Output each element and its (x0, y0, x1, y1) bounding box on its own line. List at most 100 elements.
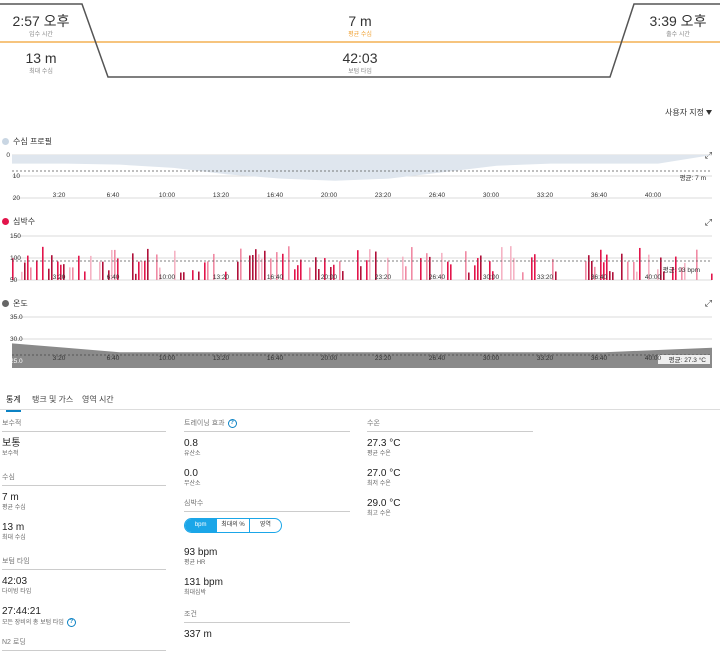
max-depth-label: 최대 수심 (29, 69, 53, 75)
tab-zone-time[interactable]: 영역 시간 (82, 394, 114, 410)
n2-loading-heading: N2 로딩 (2, 637, 166, 651)
exit-time-label: 출수 시간 (666, 32, 690, 38)
x-tick-label: 6:40 (107, 274, 120, 281)
temp-expand-icon[interactable]: ⤢ (705, 299, 712, 308)
heart-rate-bar (207, 261, 209, 280)
hr-unit-zone[interactable]: 영역 (250, 519, 281, 532)
x-tick-label: 33:20 (537, 274, 554, 281)
dive-time-value: 42:03 (2, 576, 28, 587)
depth-area-series (12, 155, 712, 181)
heart-rate-bar (180, 272, 182, 280)
max-depth: 13 m 최대 수심 (8, 50, 74, 76)
hr-unit-percent-max[interactable]: 최대의 % (217, 519, 250, 532)
heart-rate-bar (255, 249, 257, 280)
heart-rate-bar (510, 246, 512, 280)
distance-heading: 조건 (184, 609, 350, 623)
heart-rate-bar (402, 256, 404, 280)
heart-rate-bar (156, 254, 158, 280)
heart-rate-bar (183, 272, 185, 280)
heart-rate-bar (90, 255, 92, 280)
heart-rate-bar (132, 253, 134, 280)
heart-rate-bar (585, 261, 587, 280)
depth-ytick: 10 (13, 173, 21, 180)
x-tick-label: 30:00 (483, 192, 500, 199)
x-tick-label: 23:20 (375, 274, 392, 281)
x-tick-label: 16:40 (267, 192, 284, 199)
heart-expand-icon[interactable]: ⤢ (705, 218, 712, 227)
avg-water-temp-label: 평균 수온 (367, 451, 391, 457)
heart-rate-bar (99, 261, 101, 280)
conservatism-stat: 보통 보수적 (2, 438, 166, 458)
info-icon[interactable]: ? (227, 418, 237, 428)
tab-stats[interactable]: 통계 (6, 394, 21, 412)
x-tick-label: 20:00 (321, 192, 338, 199)
heart-rate-bar (309, 267, 311, 280)
avg-hr-value: 93 bpm (184, 547, 218, 558)
heart-rate-bar (639, 247, 641, 280)
aerobic-value: 0.8 (184, 438, 198, 449)
stats-column-3: 수온 27.3 °C 평균 수온 27.0 °C 최저 수온 29.0 °C 최… (367, 418, 533, 528)
tab-tanks-gases[interactable]: 탱크 및 가스 (32, 394, 73, 410)
bottom-time: 42:03 보텀 타임 (320, 50, 400, 76)
heart-rate-bar (522, 272, 524, 280)
info-icon[interactable]: ? (66, 618, 76, 627)
heart-rate-bar (297, 265, 299, 280)
heart-rate-bar (30, 267, 32, 280)
anaerobic-value: 0.0 (184, 468, 198, 479)
heart-rate-bar (627, 261, 629, 280)
max-depth-stat: 13 m 최대 수심 (2, 522, 166, 542)
x-tick-label: 6:40 (107, 355, 120, 362)
x-tick-label: 36:40 (591, 274, 608, 281)
x-tick-label: 33:20 (537, 192, 554, 199)
min-water-temp-label: 최저 수온 (367, 481, 391, 487)
heart-rate-bar (192, 270, 194, 280)
heart-ytick: 50 (10, 277, 18, 284)
heart-rate-bar (480, 255, 482, 280)
heart-rate-bar (501, 247, 503, 280)
anaerobic-label: 무산소 (184, 481, 201, 487)
temp-ytick: 25.0 (10, 358, 23, 365)
heart-legend-dot (2, 218, 9, 225)
heart-rate-bar (339, 261, 341, 280)
heart-rate-bar (258, 254, 260, 280)
heart-rate-bar (621, 253, 623, 280)
x-tick-label: 40:00 (645, 192, 662, 199)
customize-label: 사용자 지정 (664, 108, 704, 117)
heart-rate-bar (135, 273, 137, 280)
total-bottom-time-label: 모든 장비의 총 보텀 타임 (2, 619, 64, 626)
heart-rate-bar (411, 247, 413, 280)
heart-rate-bar (609, 271, 611, 280)
heart-rate-bar (141, 261, 143, 280)
caret-down-icon (706, 110, 712, 116)
heart-rate-bar (357, 250, 359, 280)
customize-dropdown[interactable]: 사용자 지정 (665, 107, 712, 118)
distance-stat: 337 m (184, 629, 350, 641)
heart-rate-bar (534, 254, 536, 280)
heart-rate-bar (147, 248, 149, 280)
dive-summary: 2:57 오후 입수 시간 7 m 평균 수심 3:39 오후 출수 시간 13… (0, 0, 720, 80)
x-tick-label: 23:20 (375, 355, 392, 362)
heart-rate-bar (588, 255, 590, 280)
entry-time: 2:57 오후 입수 시간 (6, 13, 76, 39)
temp-chart-title-text: 온도 (13, 299, 28, 308)
heart-rate-bar (240, 248, 242, 280)
aerobic-stat: 0.8 유산소 (184, 438, 350, 458)
bottom-time-heading: 보텀 타임 (2, 556, 166, 570)
distance-value: 337 m (184, 629, 212, 640)
heart-chart-title-text: 심박수 (13, 217, 36, 226)
heart-rate-bar (420, 258, 422, 280)
dive-time-stat: 42:03 다이빙 타임 (2, 576, 166, 596)
heart-rate-bar (198, 271, 200, 280)
heart-rate-bar (42, 246, 44, 280)
hr-unit-bpm[interactable]: bpm (185, 519, 218, 532)
heart-rate-bar (468, 272, 470, 280)
heart-chart: 150 100 50 평균: 93 bpm 3:20 6:40 10:00 13:20… (10, 233, 713, 284)
entry-time-label: 입수 시간 (29, 32, 53, 38)
heart-rate-bar (612, 272, 614, 280)
total-bottom-time-value: 27:44:21 (2, 606, 41, 617)
min-water-temp-stat: 27.0 °C 최저 수온 (367, 468, 533, 488)
temp-chart: 35.0 30.0 25.0 평균: 27.3 °C 3:20 6:40 10:00… (10, 314, 712, 368)
heart-rate-bar (264, 250, 266, 280)
max-water-temp-value: 29.0 °C (367, 498, 401, 509)
avg-water-temp-value: 27.3 °C (367, 438, 401, 449)
